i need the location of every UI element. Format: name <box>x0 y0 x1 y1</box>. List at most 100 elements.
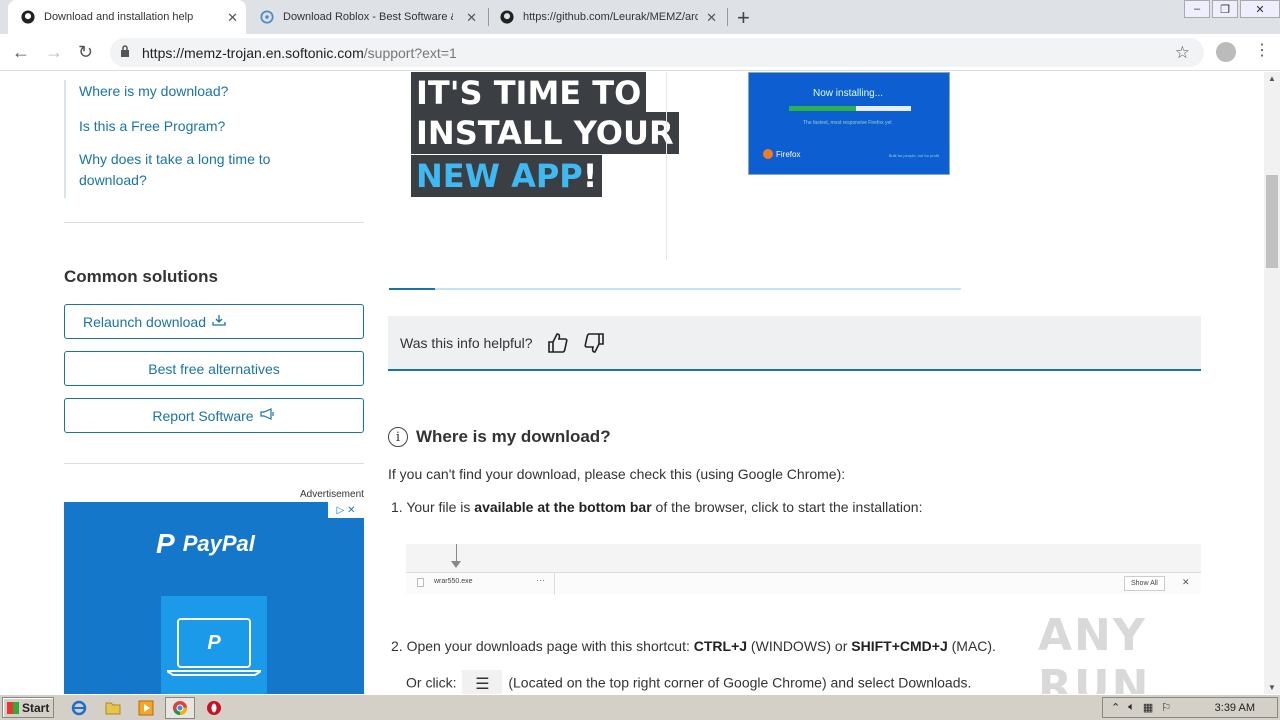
ad-brand: PayPal <box>182 531 255 556</box>
scroll-down-icon[interactable]: ▼ <box>1268 683 1276 692</box>
forward-arrow-icon[interactable]: → <box>45 42 63 63</box>
address-bar[interactable]: https://memz-trojan.en.softonic.com/supp… <box>110 38 1204 67</box>
download-filename: wrar550.exe <box>434 578 473 585</box>
paypal-ad[interactable]: ▷ ✕ P PayPal P <box>64 502 364 694</box>
browser-toolbar: ← → ↻ https://memz-trojan.en.softonic.co… <box>0 34 1280 71</box>
volume-icon[interactable]: 🔈︎ <box>1128 701 1135 714</box>
close-icon[interactable]: ✕ <box>227 10 238 26</box>
button-label: Best free alternatives <box>148 360 280 377</box>
install-subtext: The fastest, most responsive Firefox yet <box>803 120 892 126</box>
helpful-feedback-box: Was this info helpful? <box>388 316 1201 371</box>
close-icon: ✕ <box>1182 577 1190 587</box>
banner-exclaim: ! <box>582 157 598 195</box>
chrome-taskbar-button[interactable] <box>165 697 195 719</box>
step-2: 2. Open your downloads page with this sh… <box>391 638 996 654</box>
close-icon[interactable]: ✕ <box>466 10 477 26</box>
sidebar-link-where-download[interactable]: Where is my download? <box>79 81 228 102</box>
install-tagline: Built for people, not for profit <box>888 153 939 158</box>
video-progress-bar[interactable] <box>389 288 961 290</box>
hamburger-menu-icon: ☰ <box>462 670 503 694</box>
restore-button[interactable]: ❐ <box>1212 0 1238 18</box>
reload-icon[interactable]: ↻ <box>78 42 93 63</box>
best-free-alternatives-button[interactable]: Best free alternatives <box>64 351 364 386</box>
scroll-up-icon[interactable]: ▲ <box>1268 74 1276 83</box>
tab-roblox[interactable]: Download Roblox - Best Software & Apps ✕ <box>247 0 485 34</box>
report-software-button[interactable]: Report Software <box>64 398 364 433</box>
github-icon <box>20 9 36 25</box>
step-text: Or click: <box>406 674 461 691</box>
action-center-flag-icon[interactable]: ⚐ <box>1161 701 1171 714</box>
step-text: (WINDOWS) or <box>747 638 852 654</box>
section-intro: If you can't find your download, please … <box>388 466 846 482</box>
section-title: Where is my download? <box>416 427 611 446</box>
opera-icon[interactable] <box>205 699 223 717</box>
step-text: Your file is <box>406 499 475 515</box>
adchoices-icon[interactable]: ▷ ✕ <box>328 502 364 518</box>
url-path: /support?ext=1 <box>363 44 457 61</box>
thumbs-up-icon[interactable] <box>547 332 569 354</box>
step-bold: available at the bottom bar <box>474 499 652 515</box>
paypal-logo: P PayPal <box>156 528 255 560</box>
new-tab-button[interactable]: + <box>737 5 750 31</box>
megaphone-icon <box>259 408 276 423</box>
banner-highlight: NEW APP <box>416 157 583 195</box>
thumbs-down-icon[interactable] <box>583 332 605 354</box>
arrow-down-icon <box>451 561 461 568</box>
divider <box>64 222 364 223</box>
page-scrollbar[interactable]: ▲ ▼ <box>1264 72 1280 694</box>
back-arrow-icon[interactable]: ← <box>12 42 30 63</box>
bookmark-star-icon[interactable]: ☆ <box>1175 43 1190 63</box>
tab-separator <box>727 8 728 26</box>
sidebar-link-rail <box>64 80 66 198</box>
download-shelf: wrar550.exe ⋯ Show All ✕ <box>406 572 1201 595</box>
more-icon: ⋯ <box>536 575 545 585</box>
system-tray: ⌃ 🔈︎ ▦ ⚐ 3:39 AM <box>1102 697 1278 718</box>
window-close-button[interactable]: ✕ <box>1240 0 1280 18</box>
tray-expand-icon[interactable]: ⌃ <box>1111 701 1120 714</box>
tab-title: https://github.com/Leurak/MEMZ/archive <box>523 11 698 23</box>
banner-divider <box>666 72 667 260</box>
divider <box>64 463 364 464</box>
more-menu-icon[interactable]: ⋮ <box>1254 40 1270 60</box>
banner-line-3: NEW APP! <box>411 155 603 197</box>
banner-line-1: IT'S TIME TO <box>411 72 647 114</box>
window-controls: – ❐ ✕ <box>1182 0 1280 18</box>
windows-logo-icon <box>7 701 19 714</box>
step-number: 2. <box>391 638 403 654</box>
laptop-screen-icon: P <box>177 618 251 668</box>
tab-download-help[interactable]: Download and installation help ✕ <box>8 0 246 34</box>
ie-icon[interactable] <box>70 699 88 717</box>
minimize-button[interactable]: – <box>1184 0 1210 18</box>
tab-github[interactable]: https://github.com/Leurak/MEMZ/archive ✕ <box>487 0 725 34</box>
download-bar-illustration: wrar550.exe ⋯ Show All ✕ <box>406 544 1201 595</box>
info-icon: i <box>388 427 408 447</box>
section-heading: i Where is my download? <box>388 427 611 447</box>
step-text: (MAC). <box>947 638 996 654</box>
tab-title: Download Roblox - Best Software & Apps <box>283 11 453 23</box>
step-text: Open your downloads page with this short… <box>406 638 694 654</box>
link-line: download? <box>79 172 147 188</box>
download-icon <box>212 314 226 329</box>
start-label: Start <box>22 700 50 715</box>
tab-strip: Download and installation help ✕ Downloa… <box>0 0 1280 34</box>
lock-icon <box>120 45 136 60</box>
button-label: Relaunch download <box>83 313 206 330</box>
laptop-illustration: P <box>161 596 267 694</box>
profile-avatar[interactable] <box>1216 42 1236 62</box>
start-button[interactable]: Start <box>2 697 54 718</box>
firefox-label: Firefox <box>776 149 801 159</box>
network-icon[interactable]: ▦ <box>1143 701 1153 714</box>
relaunch-download-button[interactable]: Relaunch download <box>64 304 364 339</box>
folder-icon[interactable] <box>104 699 122 717</box>
url-host: https://memz-trojan.en.softonic.com <box>142 44 364 61</box>
step-text: of the browser, click to start the insta… <box>651 499 923 515</box>
close-icon[interactable]: ✕ <box>706 10 717 26</box>
page-content: Where is my download? Is this a Free Pro… <box>0 72 1264 694</box>
step-text: (Located on the top right corner of Goog… <box>504 674 972 691</box>
install-now-text: Now installing... <box>813 88 884 99</box>
step-2b: Or click: ☰ (Located on the top right co… <box>406 670 971 694</box>
sidebar-link-free-program[interactable]: Is this a Free Program? <box>79 116 225 137</box>
scrollbar-thumb[interactable] <box>1266 175 1278 268</box>
sidebar-link-long-time[interactable]: Why does it take a long time to download… <box>79 149 270 191</box>
media-player-icon[interactable] <box>137 699 155 717</box>
